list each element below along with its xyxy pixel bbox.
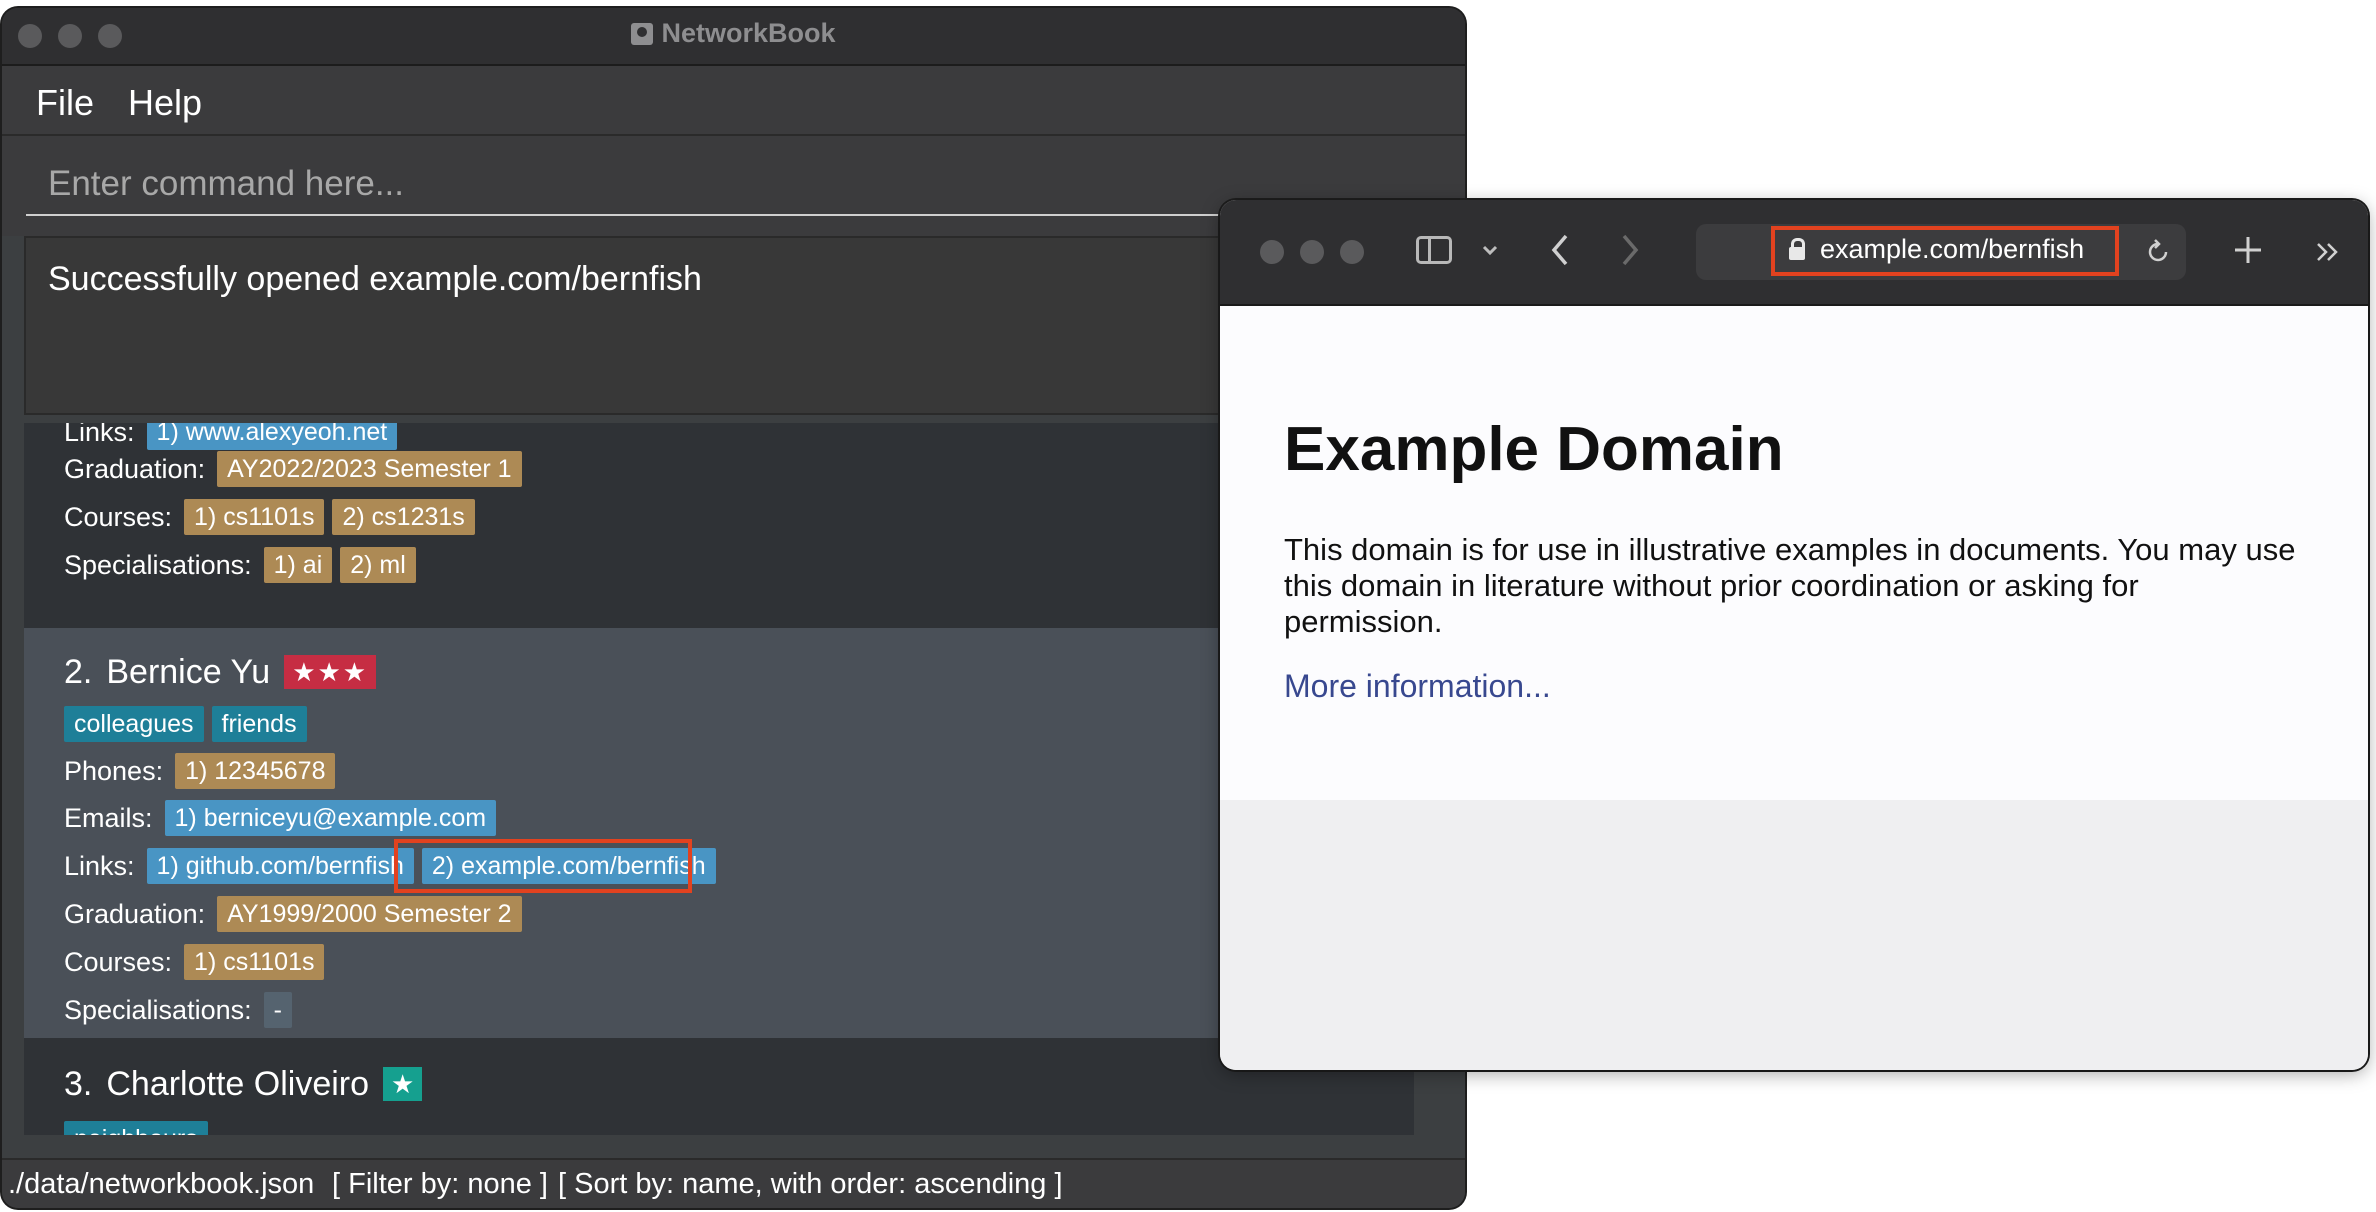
sidebar-icon[interactable]: [1416, 236, 1452, 264]
status-bar: ./data/networkbook.json [ Filter by: non…: [2, 1158, 1465, 1208]
contact-index: 3.: [64, 1064, 93, 1103]
browser-close-button[interactable]: [1260, 240, 1284, 264]
window-title-text: NetworkBook: [661, 18, 836, 48]
browser-toolbar: example.com/bernfish: [1220, 200, 2368, 306]
networkbook-titlebar: NetworkBook: [2, 8, 1465, 66]
back-icon[interactable]: [1548, 232, 1572, 268]
more-icon[interactable]: [2314, 240, 2344, 264]
url-highlight-box: [1771, 226, 2119, 276]
priority-stars: ★: [383, 1066, 423, 1101]
priority-stars: ★★★: [284, 654, 377, 689]
contact-name: Bernice Yu: [106, 652, 271, 691]
browser-window: example.com/bernfish Example Domain This…: [1220, 200, 2368, 1070]
phones-row: Phones: 1) 12345678: [64, 750, 343, 789]
chevron-down-icon[interactable]: [1480, 240, 1500, 260]
graduation-row: Graduation: AY1999/2000 Semester 2: [64, 893, 530, 932]
links-label: Links:: [64, 850, 135, 881]
page-paragraph: This domain is for use in illustrative e…: [1284, 532, 2296, 639]
menu-file[interactable]: File: [36, 82, 94, 124]
courses-label: Courses:: [64, 946, 173, 977]
specialisations-label: Specialisations:: [64, 994, 252, 1025]
menu-help[interactable]: Help: [128, 82, 202, 124]
specialisation-tag: 2) ml: [340, 546, 416, 583]
app-icon: [631, 23, 654, 45]
link-tag[interactable]: 1) github.com/bernfish: [146, 847, 414, 884]
web-page: Example Domain This domain is for use in…: [1220, 306, 2368, 800]
course-tag: 1) cs1101s: [184, 943, 325, 980]
browser-minimize-button[interactable]: [1300, 240, 1324, 264]
courses-label: Courses:: [64, 501, 173, 532]
new-tab-icon[interactable]: [2232, 234, 2264, 266]
tags-row: neighbours: [64, 1118, 216, 1135]
contact-index: 2.: [64, 652, 93, 691]
phone-tag: 1) 12345678: [175, 752, 336, 789]
status-file-path: ./data/networkbook.json: [8, 1168, 315, 1200]
specialisations-row: Specialisations: -: [64, 989, 300, 1028]
contact-header: 2. Bernice Yu ★★★: [64, 648, 377, 692]
graduation-label: Graduation:: [64, 453, 206, 484]
graduation-tag: AY2022/2023 Semester 1: [217, 450, 522, 487]
link-highlight-box: [394, 839, 692, 893]
links-row: Links: 1) www.alexyeoh.net: [64, 423, 405, 450]
contact-card-selected[interactable]: 2. Bernice Yu ★★★ colleagues friends Phones…: [24, 628, 1414, 1038]
course-tag: 1) cs1101s: [184, 498, 325, 535]
email-tag[interactable]: 1) berniceyu@example.com: [164, 799, 497, 836]
tags-row: colleagues friends: [64, 703, 315, 742]
contact-tag: colleagues: [64, 705, 204, 742]
graduation-tag: AY1999/2000 Semester 2: [217, 895, 522, 932]
result-message: Successfully opened example.com/bernfish: [48, 260, 702, 298]
contact-tag: neighbours: [64, 1120, 208, 1135]
link-tag[interactable]: 1) www.alexyeoh.net: [146, 423, 398, 450]
specialisations-label: Specialisations:: [64, 549, 252, 580]
links-label: Links:: [64, 423, 135, 447]
contact-card[interactable]: 3. Charlotte Oliveiro ★ neighbours: [24, 1038, 1414, 1135]
graduation-row: Graduation: AY2022/2023 Semester 1: [64, 448, 530, 487]
graduation-label: Graduation:: [64, 898, 206, 929]
more-information-link[interactable]: More information...: [1284, 668, 1551, 705]
reload-icon[interactable]: [2142, 236, 2174, 268]
courses-row: Courses: 1) cs1101s: [64, 941, 332, 980]
phones-label: Phones:: [64, 755, 164, 786]
status-sort: [ Sort by: name, with order: ascending ]: [558, 1168, 1063, 1200]
specialisations-row: Specialisations: 1) ai 2) ml: [64, 544, 424, 583]
contact-name: Charlotte Oliveiro: [106, 1064, 370, 1103]
page-heading: Example Domain: [1284, 415, 1784, 484]
contact-tag: friends: [211, 705, 307, 742]
course-tag: 2) cs1231s: [332, 498, 475, 535]
status-filter: [ Filter by: none ]: [332, 1168, 548, 1200]
contact-list[interactable]: Links: 1) www.alexyeoh.net Graduation: AY2…: [24, 423, 1414, 1135]
courses-row: Courses: 1) cs1101s 2) cs1231s: [64, 496, 483, 535]
specialisation-tag: -: [263, 991, 292, 1028]
url-field[interactable]: example.com/bernfish: [1771, 226, 2119, 276]
emails-row: Emails: 1) berniceyu@example.com: [64, 797, 504, 836]
window-title: NetworkBook: [2, 18, 1465, 49]
contact-header: 3. Charlotte Oliveiro ★: [64, 1060, 423, 1104]
page-background: [1220, 800, 2368, 1070]
menu-bar: File Help: [2, 66, 1465, 136]
emails-label: Emails:: [64, 802, 153, 833]
forward-icon[interactable]: [1618, 232, 1642, 268]
specialisation-tag: 1) ai: [263, 546, 333, 583]
address-bar[interactable]: example.com/bernfish: [1696, 224, 2186, 280]
browser-zoom-button[interactable]: [1340, 240, 1364, 264]
contact-card[interactable]: Links: 1) www.alexyeoh.net Graduation: AY2…: [24, 423, 1414, 628]
